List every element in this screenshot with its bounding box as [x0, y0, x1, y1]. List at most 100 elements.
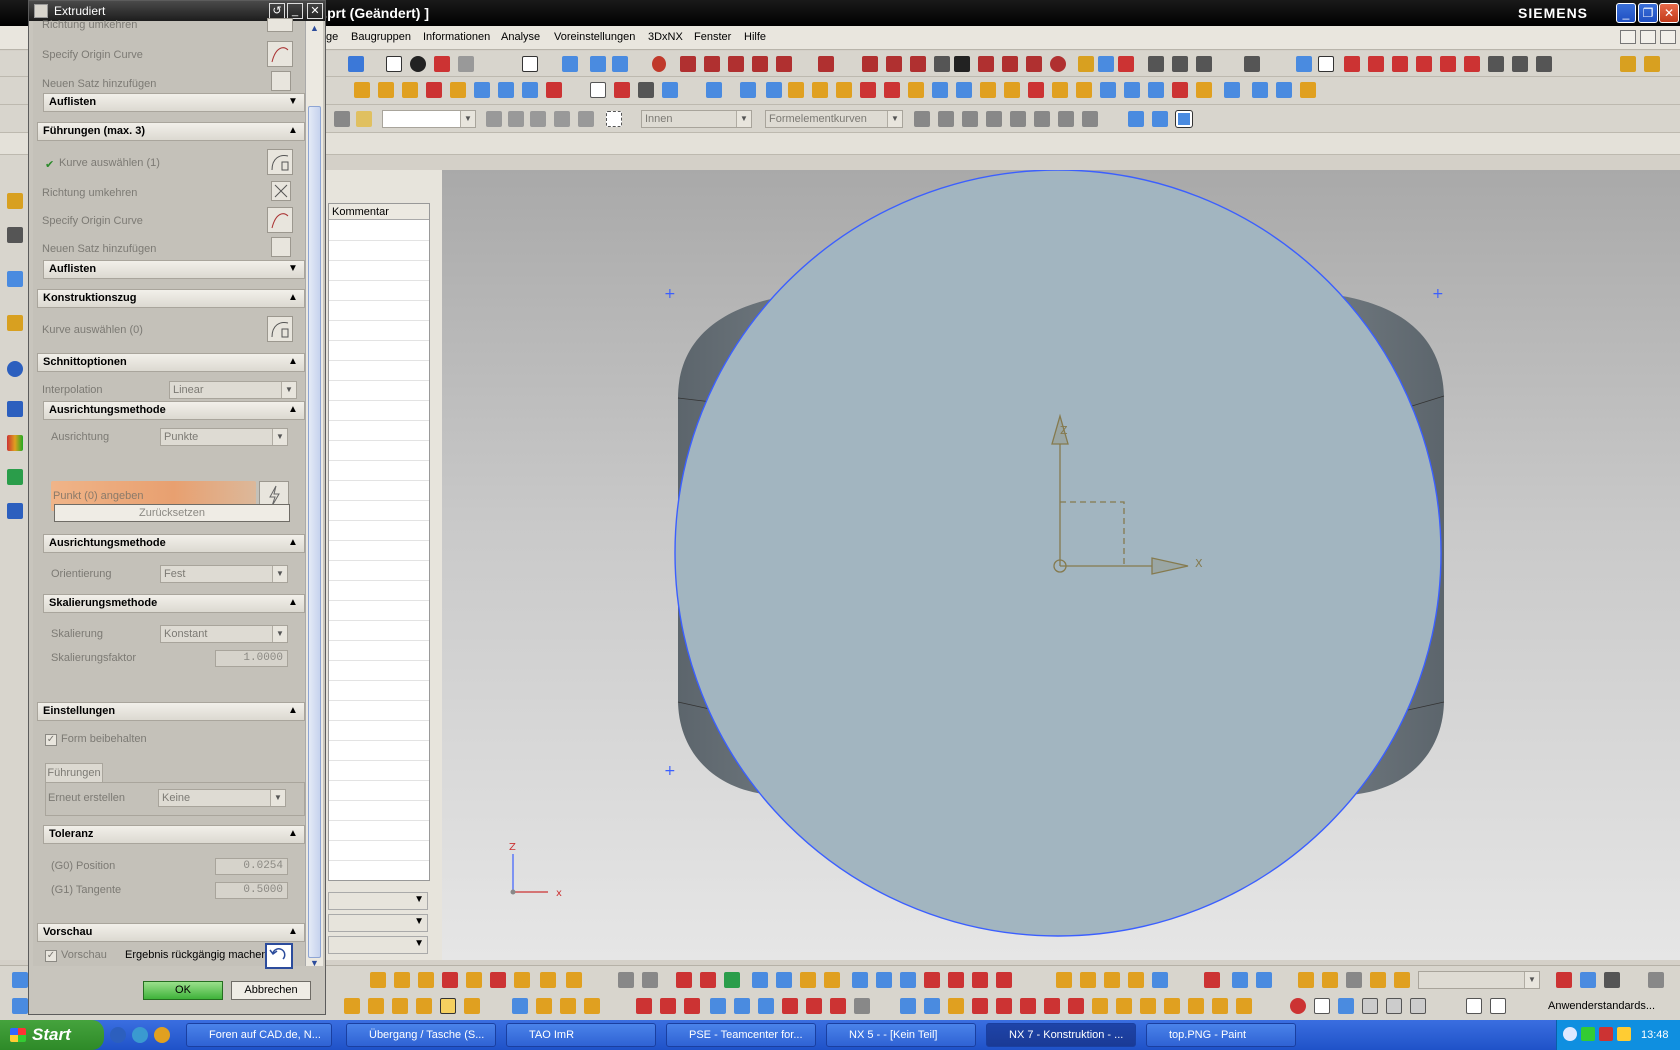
coincident-icon[interactable] [1416, 56, 1432, 72]
cmd-icon[interactable] [830, 998, 846, 1014]
folder-icon[interactable] [356, 111, 372, 127]
blend-face-icon[interactable] [740, 82, 756, 98]
cmd-icon[interactable] [1256, 972, 1272, 988]
reverse-direction-button[interactable] [267, 18, 293, 32]
close-button[interactable]: ✕ [1659, 3, 1679, 23]
tab-guides[interactable]: Führungen [45, 763, 103, 783]
settings-section-header[interactable]: Einstellungen ▲ [37, 702, 305, 721]
cmd-icon[interactable] [1232, 972, 1248, 988]
selection-scope-select[interactable]: Innen ▼ [641, 110, 752, 128]
cmd-icon[interactable] [464, 998, 480, 1014]
ie-quicklaunch-icon[interactable] [132, 1027, 148, 1043]
filter-icon[interactable] [334, 111, 350, 127]
pattern-icon[interactable] [1172, 56, 1188, 72]
studio-surface-icon[interactable] [1196, 82, 1212, 98]
cmd-icon[interactable] [392, 998, 408, 1014]
visualization-icon[interactable] [7, 435, 23, 451]
section-icon[interactable] [434, 56, 450, 72]
cmd-icon[interactable] [948, 972, 964, 988]
cmd-icon[interactable] [1556, 972, 1572, 988]
assembly-navigator-icon[interactable] [7, 193, 23, 209]
cmd-icon[interactable] [440, 998, 456, 1014]
patch-icon[interactable] [980, 82, 996, 98]
resize-face-icon[interactable] [1100, 82, 1116, 98]
menu-item-baugruppen[interactable]: Baugruppen [351, 31, 411, 43]
cmd-icon[interactable] [642, 972, 658, 988]
cmd-icon[interactable] [972, 972, 988, 988]
move-icon[interactable] [914, 111, 930, 127]
start-button[interactable]: Start [0, 1020, 104, 1050]
cmd-icon[interactable] [924, 998, 940, 1014]
menu-item-hilfe[interactable]: Hilfe [744, 31, 766, 43]
cmd-icon[interactable] [1080, 972, 1096, 988]
select-guide-curve-button[interactable] [267, 149, 293, 175]
slot-icon[interactable] [498, 82, 514, 98]
cmd-icon[interactable] [514, 972, 530, 988]
web-browser-icon[interactable] [7, 271, 23, 287]
point-snap-icon[interactable] [1058, 111, 1074, 127]
reset-button[interactable]: Zurücksetzen [54, 504, 290, 522]
interpolation-select[interactable]: Linear ▼ [169, 381, 297, 399]
cmd-icon[interactable] [442, 972, 458, 988]
pocket-icon[interactable] [450, 82, 466, 98]
mirror-icon[interactable] [1148, 56, 1164, 72]
task-nx5[interactable]: NX 5 - - [Kein Teil] [826, 1023, 976, 1047]
cmd-icon[interactable] [416, 998, 432, 1014]
bottom-select[interactable]: ▼ [1418, 971, 1540, 989]
view-icon[interactable] [590, 56, 606, 72]
alignment-select[interactable]: Punkte ▼ [160, 428, 288, 446]
firefox-quicklaunch-icon[interactable] [154, 1027, 170, 1043]
snap-center-icon[interactable] [530, 111, 546, 127]
extension-icon[interactable] [1300, 82, 1316, 98]
cube-icon[interactable] [348, 56, 364, 72]
doc-minimize-button[interactable] [1620, 30, 1636, 44]
column-header-kommentar[interactable]: Kommentar [329, 204, 429, 220]
cmd-icon[interactable] [394, 972, 410, 988]
cmd-icon[interactable] [1314, 998, 1330, 1014]
layer-icon[interactable] [458, 56, 474, 72]
cmd-icon[interactable] [1056, 972, 1072, 988]
cmd-icon[interactable] [1044, 998, 1060, 1014]
g0-position-input[interactable]: 0.0254 [215, 858, 288, 875]
cmd-icon[interactable] [12, 972, 28, 988]
instance-icon[interactable] [932, 82, 948, 98]
undo-result-button[interactable] [265, 943, 293, 969]
spline-icon[interactable] [934, 56, 950, 72]
system-materials-icon[interactable] [7, 401, 23, 417]
vertical-icon[interactable] [1512, 56, 1528, 72]
cmd-icon[interactable] [1490, 998, 1506, 1014]
guide-list-header[interactable]: Auflisten ▼ [43, 260, 305, 279]
cmd-icon[interactable] [1104, 972, 1120, 988]
hole-icon[interactable] [402, 82, 418, 98]
cmd-icon[interactable] [1188, 998, 1204, 1014]
analysis-icon[interactable] [1296, 56, 1312, 72]
tray-expand-icon[interactable] [1563, 1027, 1577, 1041]
tolerance-section-header[interactable]: Toleranz ▲ [43, 825, 305, 844]
cmd-icon[interactable] [800, 972, 816, 988]
ok-button[interactable]: OK [143, 981, 223, 1000]
cmd-icon[interactable] [1128, 972, 1144, 988]
cmd-icon[interactable] [584, 998, 600, 1014]
keep-shape-checkbox[interactable]: ✓ [45, 734, 57, 746]
ruled-icon[interactable] [1224, 82, 1240, 98]
cmd-icon[interactable] [1212, 998, 1228, 1014]
zoom-icon[interactable] [652, 56, 666, 72]
face-select-icon[interactable] [1128, 111, 1144, 127]
cmd-icon[interactable] [710, 998, 726, 1014]
polyline-icon[interactable] [978, 56, 994, 72]
doc-restore-button[interactable] [1640, 30, 1656, 44]
line-snap-icon[interactable] [1082, 111, 1098, 127]
datum-point-icon[interactable] [638, 82, 654, 98]
cmd-icon[interactable] [618, 972, 634, 988]
type-filter-select[interactable]: ▼ [382, 110, 476, 128]
role-label[interactable]: Anwenderstandards... [1548, 1000, 1655, 1012]
pad-icon[interactable] [474, 82, 490, 98]
menu-item-3dxnx[interactable]: 3DxNX [648, 31, 683, 43]
arc-icon[interactable] [886, 56, 902, 72]
through-curves-icon[interactable] [1148, 82, 1164, 98]
scaling-select[interactable]: Konstant ▼ [160, 625, 288, 643]
cmd-icon[interactable] [1580, 972, 1596, 988]
snap-tangent-icon[interactable] [578, 111, 594, 127]
top-face-circle[interactable] [674, 169, 1442, 937]
split-icon[interactable] [728, 56, 744, 72]
